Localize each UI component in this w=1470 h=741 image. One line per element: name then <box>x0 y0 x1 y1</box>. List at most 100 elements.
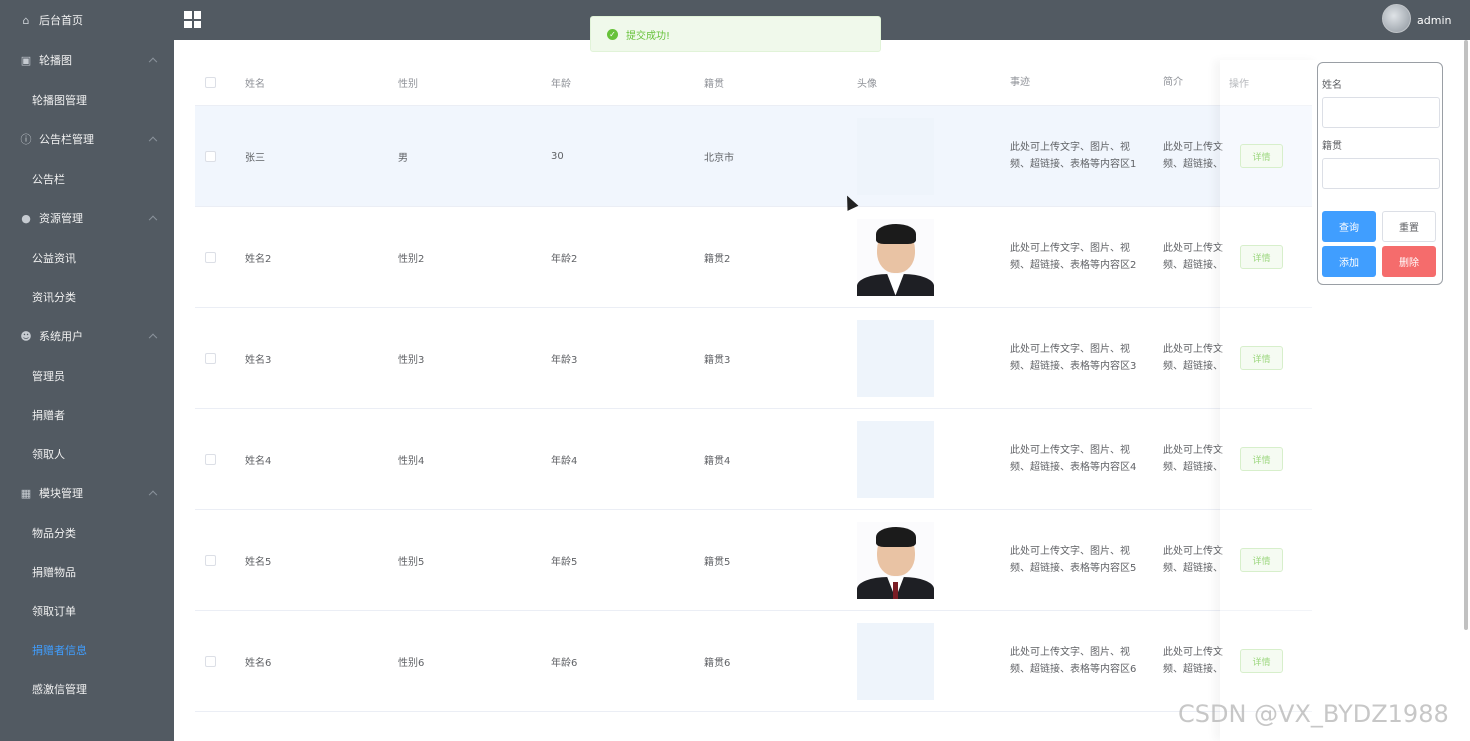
table-row[interactable]: 姓名6 性别6 年龄6 籍贯6 此处可上传文字、图片、视 频、超链接、表格等内容区6 此处可… <box>195 611 1312 712</box>
deed-line: 此处可上传文字、图片、视 <box>1010 445 1130 456</box>
deed-line: 频、超链接、表格等内容区4 <box>1010 462 1137 473</box>
avatar[interactable] <box>1382 4 1411 33</box>
success-toast: ✓ 提交成功! <box>590 16 881 52</box>
detail-button[interactable]: 详情 <box>1240 245 1283 269</box>
reset-button[interactable]: 重置 <box>1382 211 1436 242</box>
table-row[interactable]: 姓名3 性别3 年龄3 籍贯3 此处可上传文字、图片、视 频、超链接、表格等内容区3 此处可… <box>195 308 1312 409</box>
cell-intro: 此处可上传文 频、超链接、 <box>1163 240 1229 274</box>
sidebar-item[interactable]: 资讯分类 <box>0 277 174 316</box>
chevron-up-icon <box>148 57 158 67</box>
avatar-image <box>857 420 934 498</box>
cell-deeds: 此处可上传文字、图片、视 频、超链接、表格等内容区4 <box>1010 442 1163 476</box>
cell-name: 姓名3 <box>245 354 272 366</box>
detail-button[interactable]: 详情 <box>1240 548 1283 572</box>
cell-age: 年龄5 <box>551 556 578 568</box>
scrollbar[interactable] <box>1464 40 1468 630</box>
sidebar-item-label: 捐赠物品 <box>32 565 76 579</box>
sidebar-item[interactable]: ⌂ 后台首页 <box>0 0 174 40</box>
sidebar-item-label: 轮播图管理 <box>32 93 87 107</box>
check-circle-icon: ✓ <box>607 28 618 40</box>
deed-line: 频、超链接、表格等内容区1 <box>1010 159 1137 170</box>
cell-name: 张三 <box>245 152 265 164</box>
table-row[interactable]: 姓名5 性别5 年龄5 籍贯5 此处可上传文字、图片、视 频、超链接、表格等内容区5 此处可… <box>195 510 1312 611</box>
sidebar-item[interactable]: 领取订单 <box>0 591 174 630</box>
sidebar-item[interactable]: 捐赠者 <box>0 395 174 434</box>
cell-gender: 性别3 <box>398 354 425 366</box>
row-checkbox[interactable] <box>205 352 216 364</box>
cell-gender: 性别2 <box>398 253 425 265</box>
menu-toggle-icon[interactable] <box>184 11 201 28</box>
table-row[interactable]: 张三男 30 北京市 此处可上传文字、图片、视 频、超链接、表格等内容区1 此处可上传文频… <box>195 106 1312 207</box>
sidebar-item[interactable]: 物品分类 <box>0 513 174 552</box>
sidebar-item[interactable]: 公告栏 <box>0 159 174 198</box>
home-icon: ⌂ <box>22 13 30 27</box>
sidebar-item[interactable]: 轮播图管理 <box>0 80 174 119</box>
deed-line: 此处可上传文字、图片、视 <box>1010 142 1130 153</box>
row-checkbox[interactable] <box>205 251 216 263</box>
table-row[interactable]: 姓名4 性别4 年龄4 籍贯4 此处可上传文字、图片、视 频、超链接、表格等内容区4 此处可… <box>195 409 1312 510</box>
sidebar-item[interactable]: 感激信管理 <box>0 669 174 708</box>
intro-line: 此处可上传文 <box>1163 445 1223 456</box>
sidebar-item[interactable]: 捐赠者信息 <box>0 630 174 669</box>
intro-line: 此处可上传文 <box>1163 647 1223 658</box>
toast-message: 提交成功! <box>626 30 671 42</box>
intro-line: 此处可上传文 <box>1163 344 1223 355</box>
sidebar-item[interactable]: 捐赠物品 <box>0 552 174 591</box>
cell-age: 年龄4 <box>551 455 578 467</box>
sidebar-item[interactable]: 管理员 <box>0 356 174 395</box>
row-checkbox[interactable] <box>205 150 216 162</box>
detail-button[interactable]: 详情 <box>1240 447 1283 471</box>
detail-button[interactable]: 详情 <box>1240 346 1283 370</box>
intro-line: 频、超链接、 <box>1163 361 1223 372</box>
detail-button[interactable]: 详情 <box>1240 144 1283 168</box>
name-input[interactable] <box>1322 97 1440 128</box>
cell-deeds: 此处可上传文字、图片、视 频、超链接、表格等内容区2 <box>1010 240 1163 274</box>
sidebar-item[interactable]: ☻ 系统用户 <box>0 316 174 356</box>
detail-button[interactable]: 详情 <box>1240 649 1283 673</box>
cell-deeds: 此处可上传文字、图片、视 频、超链接、表格等内容区5 <box>1010 543 1163 577</box>
chevron-up-icon <box>148 490 158 500</box>
sidebar-item[interactable]: ● 资源管理 <box>0 198 174 238</box>
column-header-gender: 性别 <box>398 79 418 90</box>
select-all-checkbox[interactable] <box>205 77 216 88</box>
intro-line: 此处可上传文 <box>1163 243 1223 254</box>
column-header-intro: 简介 <box>1163 77 1183 88</box>
cell-gender: 性别5 <box>398 556 425 568</box>
intro-line: 频、超链接、 <box>1163 159 1223 170</box>
sidebar-item[interactable]: ▦ 模块管理 <box>0 473 174 513</box>
username[interactable]: admin <box>1417 14 1451 27</box>
column-header-actions: 操作 <box>1229 79 1249 90</box>
sidebar-item-label: 公益资讯 <box>32 251 76 265</box>
origin-input[interactable] <box>1322 158 1440 189</box>
cell-origin: 籍贯4 <box>704 455 731 467</box>
sidebar-item[interactable]: ⓘ 公告栏管理 <box>0 119 174 159</box>
sidebar-item-label: 管理员 <box>32 369 65 383</box>
cell-name: 姓名5 <box>245 556 272 568</box>
avatar-image <box>857 319 934 397</box>
deed-line: 频、超链接、表格等内容区3 <box>1010 361 1137 372</box>
query-button[interactable]: 查询 <box>1322 211 1376 242</box>
sidebar-item-label: 感激信管理 <box>32 682 87 696</box>
avatar-image <box>857 218 934 296</box>
sidebar-item-label: 公告栏管理 <box>39 133 94 146</box>
column-header-origin: 籍贯 <box>704 79 724 90</box>
add-button[interactable]: 添加 <box>1322 246 1376 277</box>
cell-gender: 性别4 <box>398 455 425 467</box>
sidebar-item[interactable]: 领取人 <box>0 434 174 473</box>
intro-line: 频、超链接、 <box>1163 563 1223 574</box>
deed-line: 频、超链接、表格等内容区5 <box>1010 563 1137 574</box>
row-checkbox[interactable] <box>205 554 216 566</box>
table-row[interactable]: 姓名2 性别2 年龄2 籍贯2 此处可上传文字、图片、视 频、超链接、表格等内容区2 此处可… <box>195 207 1312 308</box>
cell-origin: 籍贯2 <box>704 253 731 265</box>
deed-line: 频、超链接、表格等内容区6 <box>1010 664 1137 675</box>
sidebar-item[interactable]: 公益资讯 <box>0 238 174 277</box>
avatar-image <box>857 622 934 700</box>
cell-origin: 籍贯6 <box>704 657 731 669</box>
sidebar-item[interactable]: ▣ 轮播图 <box>0 40 174 80</box>
delete-button[interactable]: 删除 <box>1382 246 1436 277</box>
cell-intro: 此处可上传文 频、超链接、 <box>1163 442 1229 476</box>
row-checkbox[interactable] <box>205 655 216 667</box>
row-checkbox[interactable] <box>205 453 216 465</box>
cell-intro: 此处可上传文 频、超链接、 <box>1163 341 1229 375</box>
cell-intro: 此处可上传文 频、超链接、 <box>1163 139 1229 173</box>
